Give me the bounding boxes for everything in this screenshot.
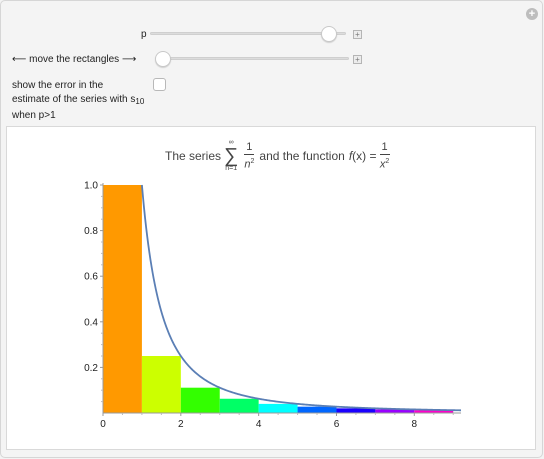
series-rectangle-5 bbox=[258, 403, 298, 413]
series-rectangle-7 bbox=[336, 408, 376, 413]
y-tick-label-3: 0.8 bbox=[84, 226, 98, 237]
x-tick-label-0: 0 bbox=[100, 419, 106, 430]
y-tick-label-2: 0.6 bbox=[84, 272, 98, 283]
x-tick-label-1: 2 bbox=[178, 419, 184, 430]
series-rectangle-6 bbox=[297, 406, 337, 413]
series-rectangle-4 bbox=[219, 398, 259, 413]
x-tick-label-3: 6 bbox=[334, 419, 340, 430]
series-rectangle-2 bbox=[141, 356, 181, 413]
y-tick-label-4: 1.0 bbox=[84, 181, 98, 192]
x-tick-label-2: 4 bbox=[256, 419, 262, 430]
series-rectangle-3 bbox=[180, 387, 220, 413]
y-tick-label-1: 0.4 bbox=[84, 317, 98, 328]
function-curve bbox=[141, 184, 462, 412]
series-chart: 0 2 4 6 8 0.2 0.4 0.6 0.8 1.0 bbox=[84, 181, 462, 430]
y-tick-label-0: 0.2 bbox=[84, 363, 98, 374]
x-tick-label-4: 8 bbox=[412, 419, 418, 430]
series-rectangle-1 bbox=[103, 185, 142, 413]
